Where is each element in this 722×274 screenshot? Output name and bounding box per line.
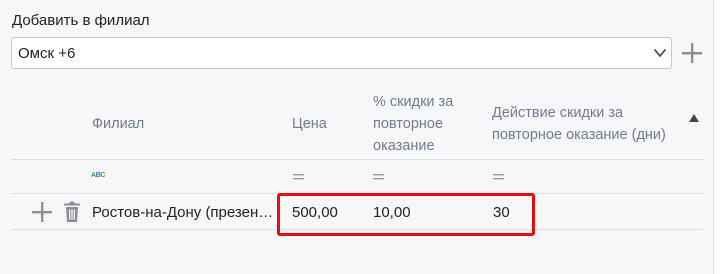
column-header-discount-percent[interactable]: % скидки за повторное оказание bbox=[373, 91, 453, 157]
trash-icon[interactable] bbox=[63, 201, 81, 223]
column-header-line: повторное оказание (дни) bbox=[492, 127, 666, 143]
sort-ascending-icon[interactable] bbox=[689, 114, 699, 122]
add-branch-icon[interactable] bbox=[680, 41, 704, 65]
column-header-discount-duration[interactable]: Действие скидки за повторное оказание (д… bbox=[492, 102, 666, 146]
branch-cell[interactable]: Ростов-на-Дону (презен… bbox=[92, 204, 273, 221]
branch-select-value: Омск +6 bbox=[18, 45, 76, 62]
equals-filter-icon[interactable] bbox=[293, 173, 304, 181]
column-header-line: % скидки за bbox=[373, 94, 454, 110]
branch-select[interactable]: Омск +6 bbox=[11, 37, 672, 69]
column-header-branch[interactable]: Филиал bbox=[92, 113, 144, 135]
equals-filter-icon[interactable] bbox=[493, 173, 504, 181]
equals-filter-icon[interactable] bbox=[373, 173, 384, 181]
header-divider bbox=[11, 159, 703, 160]
highlight-box bbox=[277, 193, 535, 236]
add-to-branch-label: Добавить в филиал bbox=[12, 12, 150, 29]
abc-filter-icon[interactable]: ABC bbox=[91, 172, 105, 179]
column-header-line: оказание bbox=[373, 138, 435, 154]
plus-icon[interactable] bbox=[31, 201, 53, 223]
column-header-line: Действие скидки за bbox=[492, 105, 624, 121]
column-header-line: повторное bbox=[373, 116, 444, 132]
chevron-down-icon[interactable] bbox=[651, 44, 669, 62]
column-header-price[interactable]: Цена bbox=[292, 113, 327, 135]
branch-pricing-panel: Добавить в филиал Омск +6 Филиал Цена % … bbox=[0, 0, 714, 274]
